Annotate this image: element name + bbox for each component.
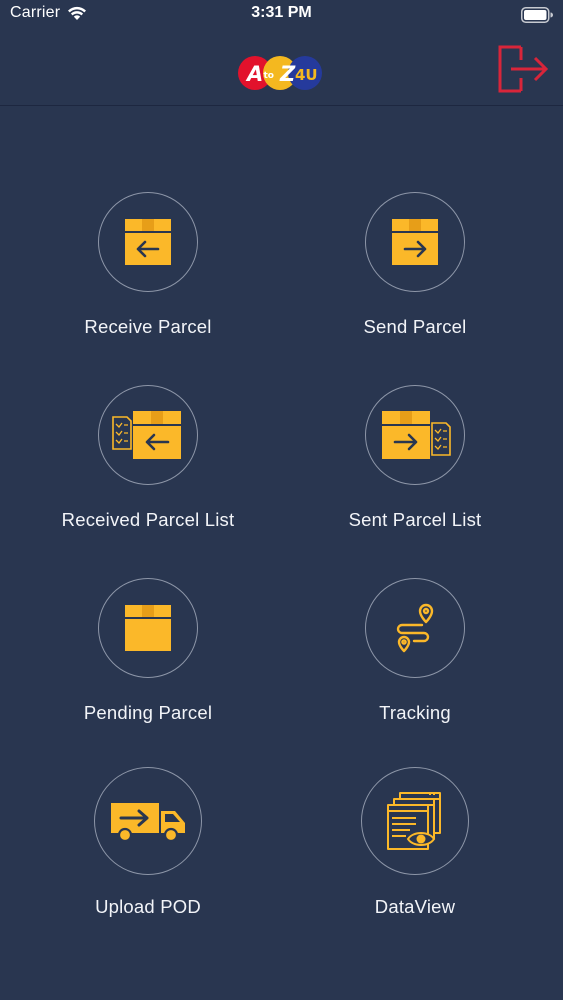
received-parcel-list-circle bbox=[98, 385, 198, 485]
logo-word-to: to bbox=[264, 71, 275, 81]
a-to-z-4u-logo: A to Z 4U bbox=[238, 56, 322, 90]
tracking-button[interactable]: Tracking bbox=[295, 578, 535, 748]
home-screen: Carrier 3:31 PM A to Z 4U Receive Parcel… bbox=[0, 0, 563, 1000]
upload-pod-button[interactable]: Upload POD bbox=[28, 767, 268, 937]
send-parcel-circle bbox=[365, 192, 465, 292]
send-parcel-label: Send Parcel bbox=[363, 316, 467, 337]
sent-parcel-list-button[interactable]: Sent Parcel List bbox=[295, 385, 535, 555]
received-parcel-list-label: Received Parcel List bbox=[61, 509, 235, 530]
receive-parcel-button[interactable]: Receive Parcel bbox=[28, 192, 268, 362]
nav-bar: A to Z 4U bbox=[0, 32, 563, 106]
pending-parcel-label: Pending Parcel bbox=[83, 702, 213, 723]
receive-parcel-circle bbox=[98, 192, 198, 292]
dataview-circle bbox=[361, 767, 469, 875]
dataview-icon bbox=[387, 792, 441, 850]
logo-letter-a: A bbox=[245, 62, 263, 86]
tracking-circle bbox=[365, 578, 465, 678]
dataview-label: DataView bbox=[374, 896, 456, 917]
logo-suffix-4u: 4U bbox=[295, 66, 318, 84]
receive-parcel-icon bbox=[125, 219, 171, 265]
battery-icon bbox=[521, 7, 553, 23]
upload-pod-label: Upload POD bbox=[95, 896, 201, 917]
sent-list-icon bbox=[382, 411, 451, 459]
sent-parcel-list-label: Sent Parcel List bbox=[348, 509, 482, 530]
logout-icon bbox=[498, 45, 549, 93]
sent-parcel-list-circle bbox=[365, 385, 465, 485]
send-parcel-button[interactable]: Send Parcel bbox=[295, 192, 535, 362]
pending-parcel-icon bbox=[125, 605, 171, 651]
upload-pod-circle bbox=[94, 767, 202, 875]
send-parcel-icon bbox=[392, 219, 438, 265]
received-list-icon bbox=[112, 411, 181, 459]
logout-button[interactable] bbox=[497, 42, 551, 96]
status-bar: Carrier 3:31 PM bbox=[0, 0, 563, 32]
dataview-button[interactable]: DataView bbox=[295, 767, 535, 937]
tracking-label: Tracking bbox=[379, 702, 451, 723]
delivery-truck-icon bbox=[111, 803, 185, 843]
pending-parcel-circle bbox=[98, 578, 198, 678]
pending-parcel-button[interactable]: Pending Parcel bbox=[28, 578, 268, 748]
logo-letter-z: Z bbox=[279, 62, 296, 86]
status-time: 3:31 PM bbox=[251, 4, 312, 21]
tracking-icon bbox=[396, 603, 434, 653]
received-parcel-list-button[interactable]: Received Parcel List bbox=[28, 385, 268, 555]
receive-parcel-label: Receive Parcel bbox=[84, 316, 212, 337]
